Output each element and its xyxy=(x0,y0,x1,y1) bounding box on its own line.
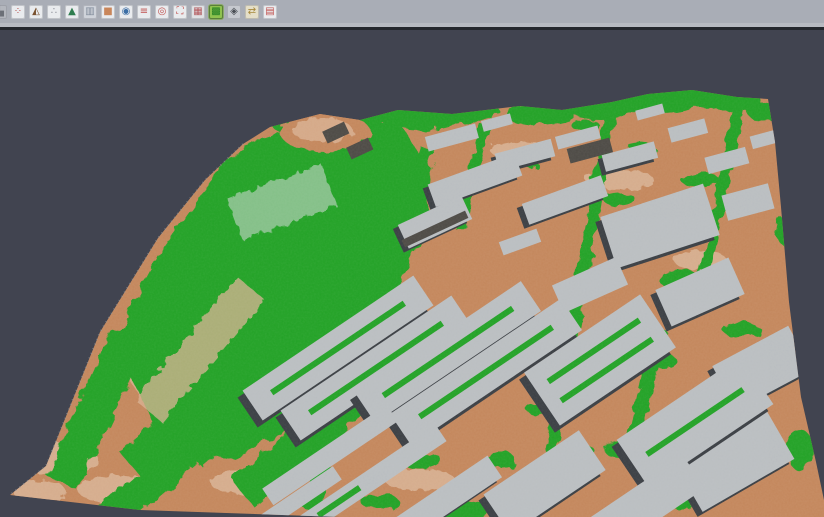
swap-axes-icon[interactable]: ⇄ xyxy=(245,5,259,19)
toolbar: ▚ ⁘ ◭ ∴ ▲ ▥ ■ ◉ ≡ ◎ ⛶ ▦ ▩ ◈ ⇄ ▤ xyxy=(0,0,824,23)
vegetation-surface-icon-glyph: ▲ xyxy=(68,5,76,19)
checker-grid-icon[interactable]: ▦ xyxy=(191,5,205,19)
measure-profile-icon-glyph: ▤ xyxy=(265,5,274,19)
swap-axes-icon-glyph: ⇄ xyxy=(248,5,256,19)
point-noise-overlay xyxy=(0,70,824,517)
stereo-view-icon[interactable]: ◈ xyxy=(227,5,241,19)
target-marker-icon-glyph: ◎ xyxy=(158,5,167,19)
tie-points-icon-glyph: ∴ xyxy=(51,5,57,19)
classification-colors-icon[interactable]: ▩ xyxy=(209,5,223,19)
texture-map-icon[interactable]: ▥ xyxy=(83,5,97,19)
viewport-3d[interactable] xyxy=(0,30,824,517)
attribute-table-icon-glyph: ≡ xyxy=(140,5,148,19)
orthophoto-icon[interactable]: ■ xyxy=(101,5,115,19)
vegetation-surface-icon[interactable]: ▲ xyxy=(65,5,79,19)
attribute-table-icon[interactable]: ≡ xyxy=(137,5,151,19)
classify-samples-icon-glyph: ⁘ xyxy=(14,5,22,19)
globe-icon-glyph: ◉ xyxy=(122,5,131,19)
globe-icon[interactable]: ◉ xyxy=(119,5,133,19)
orthophoto-icon-glyph: ■ xyxy=(103,5,112,19)
classification-colors-icon-glyph: ▩ xyxy=(211,5,220,19)
checker-grid-icon-glyph: ▦ xyxy=(193,5,202,19)
terrain-model-icon-glyph: ◭ xyxy=(32,5,40,19)
stereo-view-icon-glyph: ◈ xyxy=(230,5,238,19)
classify-samples-icon[interactable]: ⁘ xyxy=(11,5,25,19)
texture-map-icon-glyph: ▥ xyxy=(85,5,94,19)
region-bounds-icon[interactable]: ⛶ xyxy=(173,5,187,19)
point-cloud-svg xyxy=(0,30,824,517)
measure-profile-icon[interactable]: ▤ xyxy=(263,5,277,19)
target-marker-icon[interactable]: ◎ xyxy=(155,5,169,19)
select-points-icon[interactable]: ▚ xyxy=(0,5,7,19)
region-bounds-icon-glyph: ⛶ xyxy=(177,5,184,19)
tie-points-icon[interactable]: ∴ xyxy=(47,5,61,19)
terrain-model-icon[interactable]: ◭ xyxy=(29,5,43,19)
select-points-icon-glyph: ▚ xyxy=(0,5,4,19)
